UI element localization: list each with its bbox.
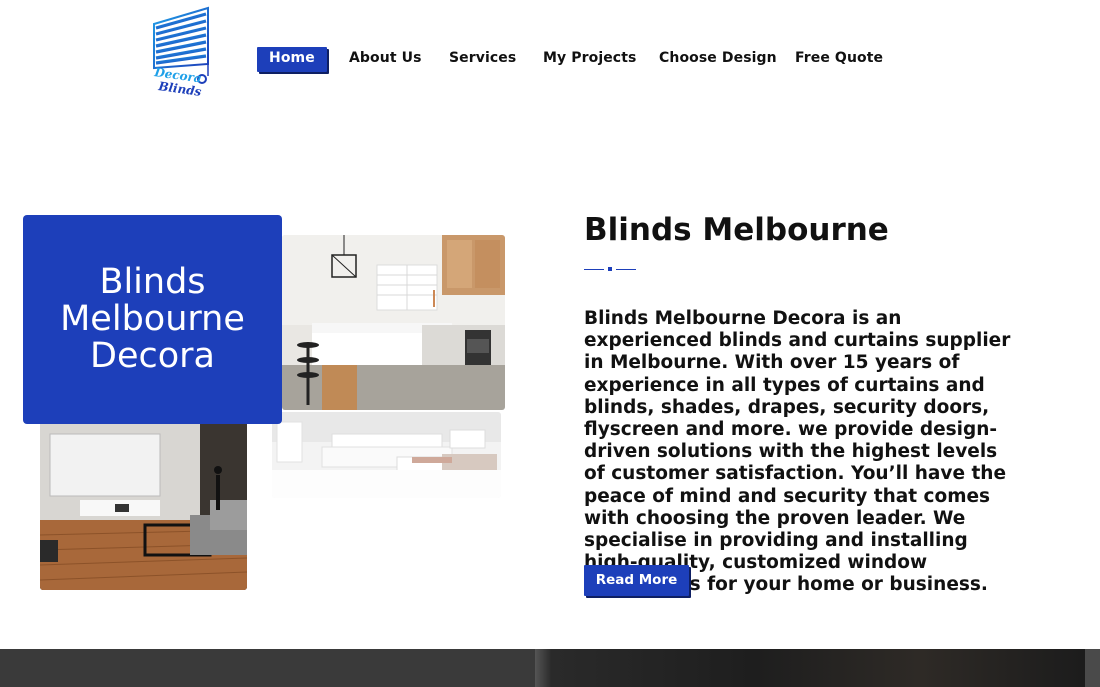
- intro-paragraph: Blinds Melbourne Decora is an experience…: [584, 308, 1011, 596]
- blinds-logo-icon: Decora Blinds: [153, 6, 209, 98]
- site-logo[interactable]: Decora Blinds: [150, 6, 220, 98]
- nav-choose-design[interactable]: Choose Design: [659, 47, 777, 73]
- nav-free-quote[interactable]: Free Quote: [795, 47, 883, 73]
- kitchen-photo: [282, 235, 505, 410]
- nav-services[interactable]: Services: [449, 47, 516, 73]
- read-more-button[interactable]: Read More: [584, 565, 689, 596]
- living-room-photo: [40, 420, 247, 590]
- nav-about-us[interactable]: About Us: [349, 47, 422, 73]
- bedroom-photo: [272, 412, 501, 498]
- nav-home[interactable]: Home: [257, 47, 327, 72]
- next-section-banner: [0, 649, 1100, 687]
- page-title: Blinds Melbourne: [584, 212, 889, 248]
- hero-title-text: Blinds Melbourne Decora: [60, 262, 245, 376]
- banner-photo: [535, 649, 1085, 687]
- hero-title-card: Blinds Melbourne Decora: [23, 215, 282, 424]
- title-divider: [584, 266, 636, 274]
- nav-my-projects[interactable]: My Projects: [543, 47, 636, 73]
